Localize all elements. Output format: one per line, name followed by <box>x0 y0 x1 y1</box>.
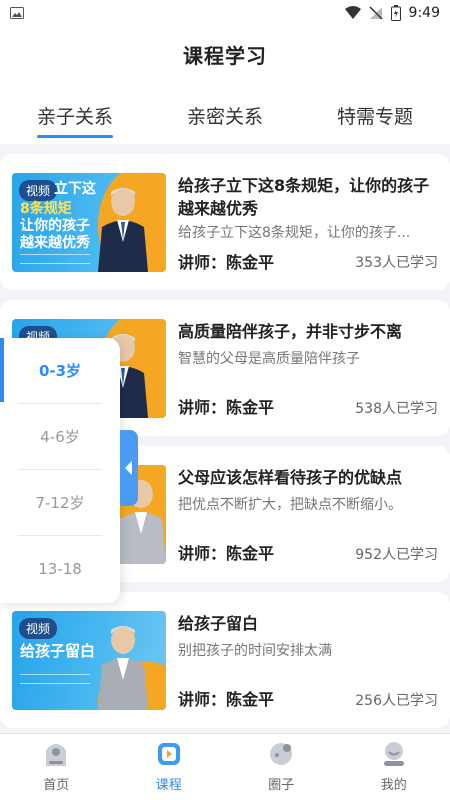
age-filter-panel: 0-3岁 4-6岁 7-12岁 13-18 <box>0 338 120 603</box>
course-learner-count: 256人已学习 <box>355 693 438 709</box>
image-icon <box>10 7 24 19</box>
course-card[interactable]: 视频 立下这 8条规矩 让你的孩子 越来越优秀 给孩子立下这8条规矩，让你的孩子… <box>0 154 450 290</box>
course-learner-count: 952人已学习 <box>355 547 438 563</box>
battery-icon <box>390 5 401 21</box>
course-thumbnail: 视频 立下这 8条规矩 让你的孩子 越来越优秀 <box>12 173 166 272</box>
age-option-4-6[interactable]: 4-6岁 <box>18 404 102 470</box>
collapse-panel-button[interactable] <box>120 430 138 506</box>
course-icon <box>157 743 180 765</box>
course-learner-count: 353人已学习 <box>355 255 438 271</box>
tab-special-topics[interactable]: 特需专题 <box>300 94 450 134</box>
cover-text: 8条规矩 <box>20 201 72 217</box>
nav-label: 我的 <box>380 778 407 793</box>
video-badge: 视频 <box>19 618 58 639</box>
lecturer-photo <box>98 626 148 710</box>
course-subtitle: 别把孩子的时间安排太满 <box>178 643 332 659</box>
video-badge: 视频 <box>19 180 58 201</box>
cover-text: 越来越优秀 <box>20 235 90 251</box>
cover-text: 给孩子留白 <box>20 642 96 660</box>
wifi-icon <box>344 6 361 19</box>
nav-label: 首页 <box>43 778 70 793</box>
chevron-left-icon <box>125 461 132 475</box>
page-title: 课程学习 <box>183 44 267 68</box>
course-card[interactable]: 视频 给孩子留白 给孩子留白 别把孩子的时间安排太满 讲师：陈金平 256人已学… <box>0 592 450 728</box>
cover-text: 立下这 <box>54 181 96 197</box>
nav-home[interactable]: 首页 <box>0 734 113 800</box>
signal-icon <box>369 6 383 20</box>
status-bar: 9:49 <box>0 0 450 26</box>
course-subtitle: 智慧的父母是高质量陪伴孩子 <box>178 351 360 367</box>
header: 课程学习 亲子关系 亲密关系 特需专题 <box>0 26 450 144</box>
age-option-0-3[interactable]: 0-3岁 <box>18 338 102 404</box>
age-active-indicator <box>0 338 4 402</box>
status-time: 9:49 <box>408 5 440 21</box>
home-icon <box>46 744 67 766</box>
nav-course[interactable]: 课程 <box>113 734 226 800</box>
cover-text: 让你的孩子 <box>20 218 90 234</box>
lecturer-photo <box>98 188 148 272</box>
circle-icon <box>270 743 293 765</box>
course-learner-count: 538人已学习 <box>355 401 438 417</box>
tab-intimate[interactable]: 亲密关系 <box>150 94 300 134</box>
course-teacher: 讲师：陈金平 <box>178 690 275 709</box>
course-title: 高质量陪伴孩子，并非寸步不离 <box>178 322 403 341</box>
nav-circle[interactable]: 圈子 <box>225 734 338 800</box>
course-teacher: 讲师：陈金平 <box>178 398 275 417</box>
course-title: 父母应该怎样看待孩子的优缺点 <box>178 468 403 487</box>
course-teacher: 讲师：陈金平 <box>178 544 275 563</box>
course-thumbnail: 视频 给孩子留白 <box>12 611 166 710</box>
bottom-nav: 首页 课程 圈子 我的 <box>0 733 450 800</box>
nav-label: 圈子 <box>268 778 295 793</box>
nav-label: 课程 <box>155 778 182 793</box>
age-option-7-12[interactable]: 7-12岁 <box>18 470 102 536</box>
course-teacher: 讲师：陈金平 <box>178 253 275 272</box>
course-title: 给孩子留白 <box>178 614 259 633</box>
course-title: 给孩子立下这8条规矩，让你的孩子越来越优秀 <box>178 176 430 218</box>
age-option-13-18[interactable]: 13-18 <box>18 536 102 602</box>
profile-icon <box>383 742 404 766</box>
tab-parent-child[interactable]: 亲子关系 <box>0 94 150 134</box>
course-subtitle: 给孩子立下这8条规矩，让你的孩子... <box>178 225 411 241</box>
nav-profile[interactable]: 我的 <box>338 734 450 800</box>
course-subtitle: 把优点不断扩大，把缺点不断缩小。 <box>178 497 402 513</box>
category-tabs: 亲子关系 亲密关系 特需专题 <box>0 94 450 134</box>
